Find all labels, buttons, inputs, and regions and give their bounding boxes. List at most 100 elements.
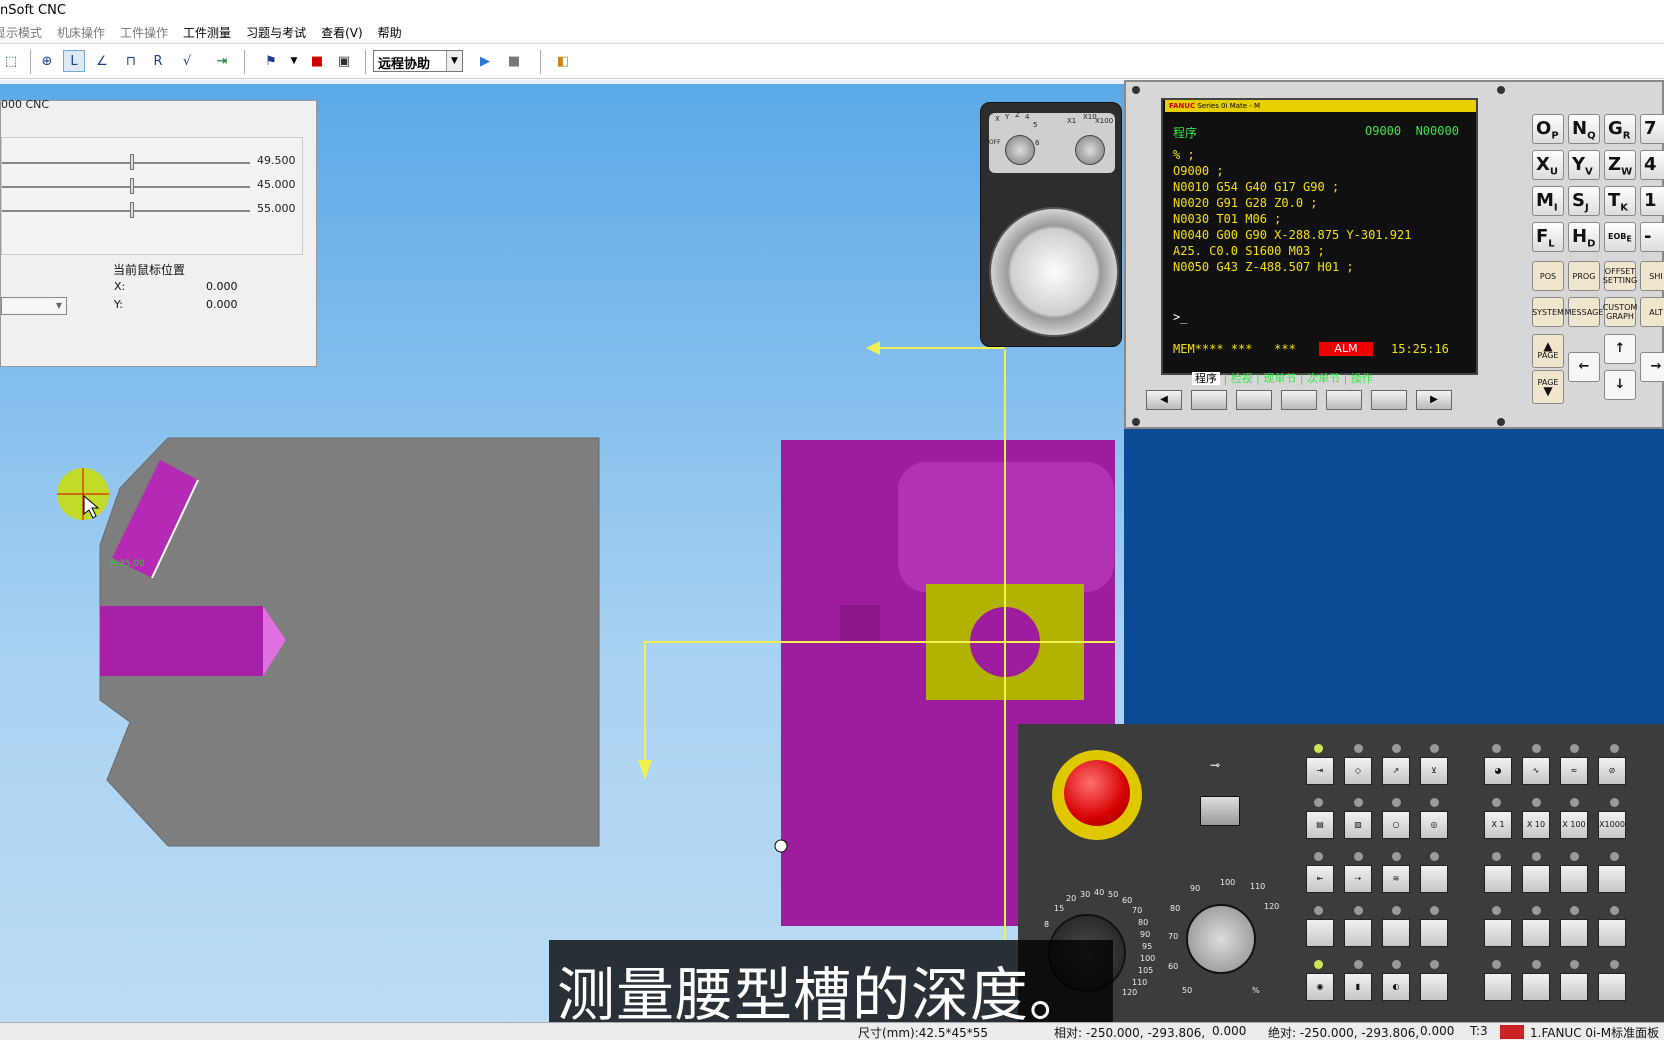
dry-run-button[interactable]: ◎ (1420, 811, 1448, 839)
panel-blank-button[interactable] (1522, 919, 1550, 947)
handwheel-dial[interactable] (989, 207, 1119, 337)
program-protect-key[interactable] (1200, 796, 1240, 826)
measure-diameter-icon[interactable]: ⊕ (36, 50, 58, 72)
mode-select[interactable]: 远程协助 ▼ (373, 50, 463, 72)
panel-blank-button[interactable] (1560, 919, 1588, 947)
softkey-next-icon[interactable]: ▶ (1416, 390, 1452, 410)
key-shift[interactable]: SHI (1640, 261, 1664, 291)
slider-thumb[interactable] (130, 178, 134, 194)
key-up-icon[interactable]: ↑ (1604, 334, 1636, 364)
panel-blank-button[interactable] (1306, 919, 1334, 947)
softkey-5[interactable] (1371, 390, 1407, 410)
menu-workpiece-measure[interactable]: 工件测量 (183, 22, 231, 42)
panel-blank-button[interactable] (1344, 919, 1372, 947)
softkey-2[interactable] (1236, 390, 1272, 410)
key-o[interactable]: OP (1532, 114, 1564, 144)
step-x1-button[interactable]: X 1 (1484, 811, 1512, 839)
coolant-button[interactable]: ◕ (1484, 757, 1512, 785)
probe-icon[interactable]: ⚑ (260, 50, 282, 72)
step-x10-button[interactable]: X 10 (1522, 811, 1550, 839)
panel-blank-button[interactable] (1598, 973, 1626, 1001)
measure-length-icon[interactable]: L (63, 50, 85, 72)
single-block-button[interactable]: ▤ (1306, 811, 1334, 839)
spindle-cw-button[interactable]: ∿ (1522, 757, 1550, 785)
step-x1000-button[interactable]: X1000 (1598, 811, 1626, 839)
block-skip-button[interactable]: ▨ (1344, 811, 1372, 839)
panel-blank-button[interactable] (1484, 865, 1512, 893)
key-pos[interactable]: POS (1532, 261, 1564, 291)
menu-view[interactable]: 查看(V) (321, 22, 363, 42)
edit-mode-button[interactable]: ◇ (1344, 757, 1372, 785)
key-y[interactable]: YV (1568, 150, 1600, 180)
panel-blank-button[interactable] (1420, 865, 1448, 893)
panel-blank-button[interactable] (1420, 919, 1448, 947)
measure-radius-icon[interactable]: R (147, 50, 169, 72)
key-down-icon[interactable]: ↓ (1604, 370, 1636, 400)
key-f[interactable]: FL (1532, 222, 1564, 252)
spindle-stop-button[interactable]: ≈ (1560, 757, 1588, 785)
slider-thumb[interactable] (130, 154, 134, 170)
panel-blank-button[interactable] (1560, 973, 1588, 1001)
panel-blank-button[interactable] (1598, 865, 1626, 893)
measure-roughness-icon[interactable]: √ (176, 50, 198, 72)
key-system[interactable]: SYSTEM (1532, 297, 1564, 327)
measure-dropdown[interactable]: ▼ (1, 297, 67, 315)
key-offset-setting[interactable]: OFFSET SETTING (1603, 261, 1637, 291)
m00-stop-button[interactable]: ◐ (1382, 973, 1410, 1001)
menu-exercises-exam[interactable]: 习题与考试 (246, 22, 306, 42)
measure-height-icon[interactable]: ⊓ (120, 50, 142, 72)
key-page-down[interactable]: PAGE ▼ (1532, 370, 1564, 404)
emergency-stop-button[interactable] (1064, 760, 1130, 826)
step-x100-button[interactable]: X 100 (1560, 811, 1588, 839)
slider-1[interactable] (2, 154, 250, 170)
key-custom-graph[interactable]: CUSTOM GRAPH (1603, 297, 1637, 327)
optional-stop-button[interactable]: ○ (1382, 811, 1410, 839)
slider-2[interactable] (2, 178, 250, 194)
panel-blank-button[interactable] (1484, 973, 1512, 1001)
feed-hold-button[interactable]: ▮ (1344, 973, 1372, 1001)
key-x[interactable]: XU (1532, 150, 1564, 180)
panel-blank-button[interactable] (1484, 919, 1512, 947)
panel-blank-button[interactable] (1560, 865, 1588, 893)
key-right-icon[interactable]: → (1640, 352, 1664, 382)
exit-measure-icon[interactable]: ⇥ (211, 50, 233, 72)
key-page-up[interactable]: ▲ PAGE (1532, 334, 1564, 368)
key-s[interactable]: SJ (1568, 186, 1600, 216)
key-4[interactable]: 4 (1640, 150, 1664, 180)
handwheel-mode-button[interactable]: ≋ (1382, 865, 1410, 893)
softkey-1[interactable] (1191, 390, 1227, 410)
play-icon[interactable]: ▶ (474, 50, 496, 72)
stop-icon[interactable]: ■ (503, 50, 525, 72)
menu-display-mode[interactable]: 显示模式 (0, 22, 42, 42)
jog-button[interactable]: ⇢ (1344, 865, 1372, 893)
key-t[interactable]: TK (1604, 186, 1636, 216)
save-icon[interactable]: ▣ (333, 50, 355, 72)
key-alter[interactable]: ALT (1640, 297, 1664, 327)
key-1[interactable]: 1 (1640, 186, 1664, 216)
menu-help[interactable]: 帮助 (378, 22, 402, 42)
menu-workpiece-ops[interactable]: 工件操作 (120, 22, 168, 42)
softkey-3[interactable] (1281, 390, 1317, 410)
key-eob[interactable]: EOBE (1604, 222, 1636, 252)
select-icon[interactable]: ⬚ (0, 50, 22, 72)
remote-assist-icon[interactable]: ◧ (552, 50, 574, 72)
softkey-4[interactable] (1326, 390, 1362, 410)
key-left-icon[interactable]: ← (1568, 352, 1600, 382)
key-h[interactable]: HD (1568, 222, 1600, 252)
cycle-start-button[interactable]: ◉ (1306, 973, 1334, 1001)
key-z[interactable]: ZW (1604, 150, 1636, 180)
softkey-prev-icon[interactable]: ◀ (1146, 390, 1182, 410)
slider-thumb[interactable] (130, 202, 134, 218)
key-minus[interactable]: - (1640, 222, 1664, 252)
panel-blank-button[interactable] (1598, 919, 1626, 947)
ref-return-button[interactable]: ⇤ (1306, 865, 1334, 893)
key-n[interactable]: NQ (1568, 114, 1600, 144)
mdi-mode-button[interactable]: ↗ (1382, 757, 1410, 785)
key-message[interactable]: MESSAGE (1565, 297, 1603, 327)
key-m[interactable]: MI (1532, 186, 1564, 216)
chevron-down-icon[interactable]: ▼ (283, 50, 305, 72)
spindle-override-dial[interactable] (1186, 904, 1256, 974)
key-g[interactable]: GR (1604, 114, 1636, 144)
panel-blank-button[interactable] (1522, 865, 1550, 893)
key-prog[interactable]: PROG (1568, 261, 1600, 291)
